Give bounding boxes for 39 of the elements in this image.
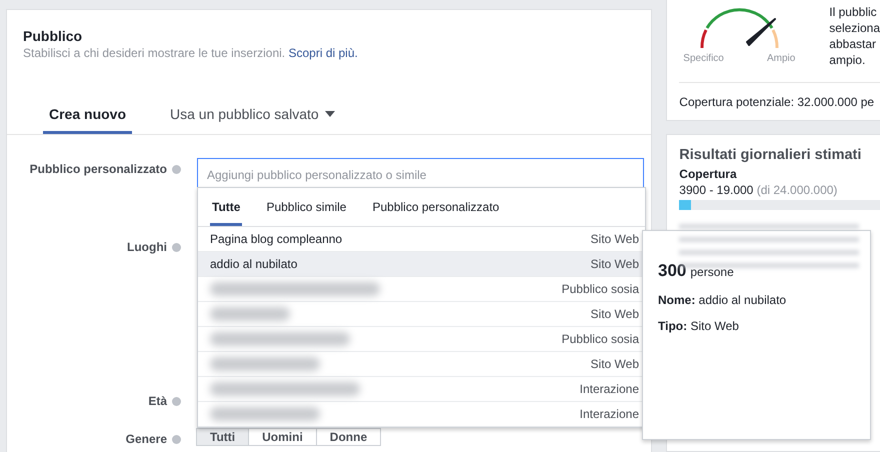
count-unit: persone bbox=[690, 265, 734, 279]
field-label: Pubblico personalizzato bbox=[30, 162, 167, 176]
info-icon bbox=[172, 434, 181, 444]
gauge-max-label: Ampio bbox=[766, 53, 796, 64]
audience-size-text: seleziona bbox=[829, 20, 880, 36]
audience-size-text: Il pubblic bbox=[829, 4, 878, 20]
audience-list-item[interactable]: Sito Web bbox=[198, 302, 645, 327]
reach-range: 3900 - 19.000 (di 24.000.000) bbox=[679, 183, 838, 197]
gender-option[interactable]: Uomini bbox=[248, 428, 317, 446]
info-icon bbox=[172, 242, 181, 252]
audience-tab[interactable]: Crea nuovo bbox=[43, 104, 132, 134]
gauge-min-label: Specifico bbox=[683, 53, 724, 64]
audience-list-item[interactable]: Sito Web bbox=[198, 352, 645, 377]
info-icon bbox=[172, 164, 181, 174]
potential-reach: Copertura potenziale: 32.000.000 pe bbox=[679, 94, 876, 109]
audience-count: 300 bbox=[658, 261, 686, 281]
field-label: Luoghi bbox=[127, 240, 167, 254]
filter-tab[interactable]: Tutte bbox=[210, 188, 242, 226]
audience-list-item[interactable]: Pubblico sosia bbox=[198, 277, 645, 302]
tooltip-name: Nome: addio al nubilato bbox=[658, 293, 788, 307]
audience-list-item[interactable]: addio al nubilato Sito Web bbox=[198, 252, 645, 277]
audience-tab[interactable]: Usa un pubblico salvato bbox=[164, 104, 341, 134]
learn-more-link[interactable]: Scopri di più. bbox=[288, 46, 358, 60]
metric-label: Copertura bbox=[679, 167, 738, 181]
field-label: Età bbox=[148, 394, 167, 408]
audience-list-item[interactable]: Interazione bbox=[198, 402, 645, 427]
tooltip-type: Tipo: Sito Web bbox=[658, 319, 740, 333]
audience-list-item[interactable]: Pubblico sosia bbox=[198, 327, 645, 352]
audience-size-text: ampio. bbox=[829, 52, 866, 68]
section-title: Pubblico bbox=[23, 27, 84, 45]
gender-option[interactable]: Tutti bbox=[196, 428, 250, 446]
audience-size-text: abbastar bbox=[829, 36, 877, 52]
gender-option[interactable]: Donne bbox=[316, 428, 382, 446]
results-title: Risultati giornalieri stimati bbox=[679, 147, 862, 163]
section-description: Stabilisci a chi desideri mostrare le tue inserzioni. bbox=[23, 46, 286, 60]
audience-list-item[interactable]: Interazione bbox=[198, 377, 645, 402]
field-label: Genere bbox=[126, 432, 167, 446]
info-icon bbox=[172, 396, 181, 406]
caret-icon bbox=[324, 111, 335, 117]
